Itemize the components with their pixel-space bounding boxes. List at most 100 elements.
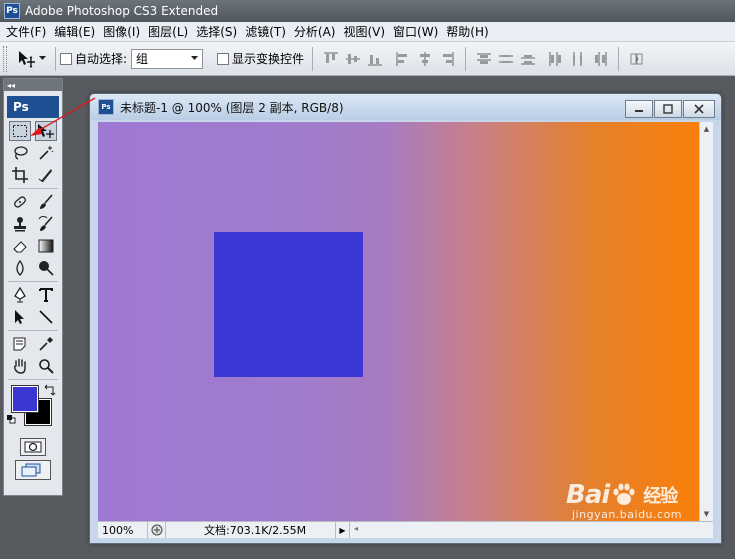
- baidu-watermark: Bai 经验 jingyan.baidu.com: [566, 480, 726, 550]
- clone-stamp-tool[interactable]: [9, 214, 31, 234]
- show-transform-checkbox[interactable]: [217, 52, 230, 65]
- align-buttons: [317, 51, 389, 67]
- zoom-field[interactable]: 100%: [98, 522, 148, 538]
- distribute-horizontal-centers-icon[interactable]: [570, 51, 586, 67]
- notes-tool[interactable]: [9, 334, 31, 354]
- hand-tool[interactable]: [9, 356, 31, 376]
- align-bottom-edges-icon[interactable]: [367, 51, 383, 67]
- distribute-bottom-icon[interactable]: [520, 51, 536, 67]
- divider: [618, 46, 620, 71]
- move-tool[interactable]: [35, 121, 57, 141]
- slice-icon: [38, 169, 52, 183]
- distribute-left-icon[interactable]: [548, 51, 564, 67]
- menu-filter[interactable]: 滤镜(T): [245, 23, 292, 40]
- auto-select-dropdown[interactable]: 组: [131, 48, 204, 69]
- align-left-edges-icon[interactable]: [395, 51, 411, 67]
- status-menu-arrow-icon[interactable]: ▶: [336, 522, 350, 538]
- pen-tool[interactable]: [9, 285, 31, 305]
- menu-view[interactable]: 视图(V): [343, 23, 391, 40]
- menu-select[interactable]: 选择(S): [196, 23, 243, 40]
- bandage-icon: [14, 196, 26, 208]
- auto-select-checkbox[interactable]: [60, 52, 72, 65]
- scroll-left-icon[interactable]: ◂: [354, 524, 358, 533]
- minimize-button[interactable]: [625, 100, 653, 118]
- status-options-icon: [151, 524, 162, 536]
- blur-tool[interactable]: [9, 258, 31, 278]
- divider: [8, 281, 58, 282]
- gradient-tool[interactable]: [35, 236, 57, 256]
- history-brush-tool[interactable]: [35, 214, 57, 234]
- distribute-top-icon[interactable]: [476, 51, 492, 67]
- brush-icon: [40, 194, 53, 209]
- line-icon: [39, 310, 53, 324]
- eraser-icon: [13, 241, 27, 253]
- watermark-logo: Bai 经验: [566, 480, 726, 510]
- maximize-icon: [663, 104, 673, 114]
- menu-image[interactable]: 图像(I): [103, 23, 146, 40]
- swap-colors-icon[interactable]: [44, 384, 56, 396]
- vertical-scrollbar[interactable]: ▲ ▼: [699, 122, 713, 521]
- quick-mask-button[interactable]: [20, 438, 46, 456]
- magic-wand-tool[interactable]: [35, 143, 57, 163]
- app-titlebar: Ps Adobe Photoshop CS3 Extended: [0, 0, 735, 22]
- crop-tool[interactable]: [9, 165, 31, 185]
- distribute-right-icon[interactable]: [592, 51, 608, 67]
- watermark-logo-right: 经验: [643, 486, 678, 507]
- healing-brush-tool[interactable]: [9, 192, 31, 212]
- marquee-icon: [13, 125, 27, 137]
- zoom-icon: [39, 359, 54, 374]
- close-button[interactable]: [683, 100, 715, 118]
- status-options-button[interactable]: [148, 522, 166, 538]
- eraser-tool[interactable]: [9, 236, 31, 256]
- tool-row: [4, 333, 62, 355]
- foreground-color-swatch[interactable]: [11, 385, 39, 413]
- tool-row: [4, 191, 62, 213]
- crop-icon: [12, 167, 28, 183]
- toolbox-logo: Ps: [7, 96, 59, 118]
- lasso-icon: [14, 146, 28, 160]
- blue-square-layer[interactable]: [214, 232, 363, 377]
- screen-mode-button[interactable]: [15, 460, 51, 480]
- menu-layer[interactable]: 图层(L): [148, 23, 194, 40]
- notes-icon: [13, 337, 26, 351]
- align-vertical-centers-icon[interactable]: [345, 51, 361, 67]
- zoom-tool[interactable]: [35, 356, 57, 376]
- default-colors-icon[interactable]: [6, 414, 16, 424]
- menu-help[interactable]: 帮助(H): [446, 23, 494, 40]
- maximize-button[interactable]: [654, 100, 682, 118]
- color-swatches: [7, 384, 56, 436]
- lasso-tool[interactable]: [9, 143, 31, 163]
- toolbox-collapse-handle[interactable]: ◂◂: [4, 79, 62, 91]
- slice-tool[interactable]: [35, 165, 57, 185]
- align-right-edges-icon[interactable]: [439, 51, 455, 67]
- align-horizontal-centers-icon[interactable]: [417, 51, 433, 67]
- options-bar-grip[interactable]: [3, 45, 7, 72]
- auto-select-label: 自动选择:: [75, 52, 128, 66]
- path-selection-tool[interactable]: [9, 307, 31, 327]
- dodge-tool[interactable]: [35, 258, 57, 278]
- image-canvas[interactable]: [98, 122, 699, 521]
- tool-row: [4, 120, 62, 142]
- eyedropper-icon: [39, 337, 53, 351]
- scroll-up-icon[interactable]: ▲: [700, 122, 713, 136]
- document-info: 文档:703.1K/2.55M: [166, 522, 336, 538]
- type-tool[interactable]: [35, 285, 57, 305]
- dodge-icon: [39, 261, 54, 276]
- tool-preset-picker[interactable]: [11, 46, 51, 72]
- divider: [8, 379, 58, 380]
- menu-window[interactable]: 窗口(W): [393, 23, 444, 40]
- eyedropper-tool[interactable]: [35, 334, 57, 354]
- distribute-horizontal-buttons: [542, 51, 614, 67]
- menu-edit[interactable]: 编辑(E): [54, 23, 101, 40]
- align-top-edges-icon[interactable]: [323, 51, 339, 67]
- paw-icon: [613, 483, 635, 505]
- type-icon: [39, 288, 53, 302]
- line-tool[interactable]: [35, 307, 57, 327]
- rectangular-marquee-tool[interactable]: [9, 121, 31, 141]
- distribute-vertical-centers-icon[interactable]: [498, 51, 514, 67]
- menu-file[interactable]: 文件(F): [6, 23, 52, 40]
- auto-align-layers-icon[interactable]: [629, 51, 645, 67]
- brush-tool[interactable]: [35, 192, 57, 212]
- gradient-icon: [38, 239, 54, 253]
- menu-analysis[interactable]: 分析(A): [294, 23, 342, 40]
